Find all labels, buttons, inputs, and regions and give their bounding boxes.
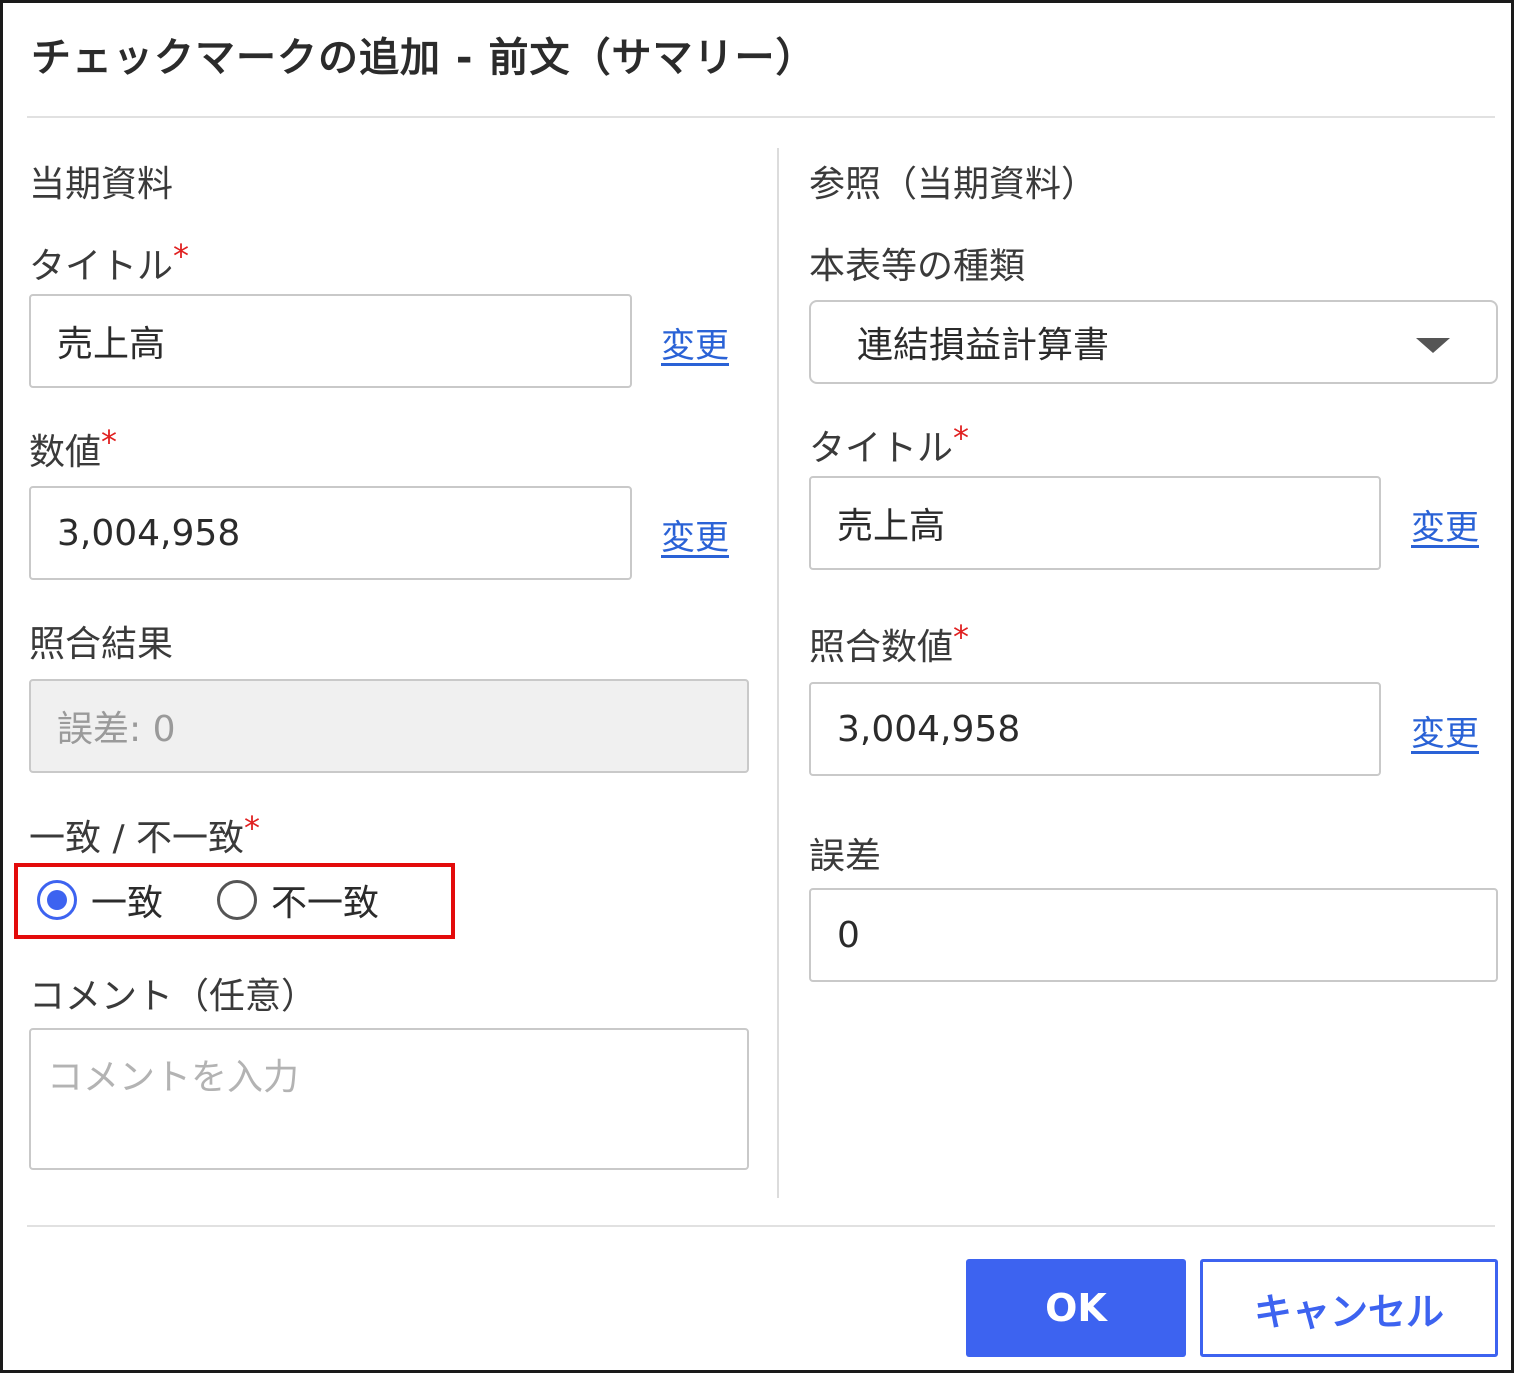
required-mark: * xyxy=(173,237,190,275)
title-label: タイトル* xyxy=(29,237,189,289)
ok-button[interactable]: OK xyxy=(966,1259,1186,1357)
required-mark: * xyxy=(101,423,118,461)
dialog-title: チェックマークの追加 - 前文（サマリー） xyxy=(31,35,817,81)
check-value-change-link[interactable]: 変更 xyxy=(1411,706,1479,755)
comment-textarea[interactable]: コメントを入力 xyxy=(29,1028,749,1170)
diff-input-value: 0 xyxy=(837,914,860,956)
current-material-heading: 当期資料 xyxy=(29,164,174,205)
result-field: 誤差: 0 xyxy=(29,679,749,773)
required-mark: * xyxy=(244,809,261,847)
ref-title-input[interactable]: 売上高 xyxy=(809,476,1381,570)
radio-match-label: 一致 xyxy=(91,883,164,924)
statement-type-value: 連結損益計算書 xyxy=(857,325,1110,366)
add-checkmark-dialog: チェックマークの追加 - 前文（サマリー） 当期資料 タイトル* 売上高 変更 … xyxy=(0,0,1514,1373)
value-input-value: 3,004,958 xyxy=(57,512,241,554)
column-divider xyxy=(777,148,779,1198)
value-change-link[interactable]: 変更 xyxy=(661,510,729,559)
title-change-link[interactable]: 変更 xyxy=(661,318,729,367)
radio-mismatch-label: 不一致 xyxy=(271,883,380,924)
match-radio-group: 一致 不一致 xyxy=(37,875,431,925)
comment-placeholder: コメントを入力 xyxy=(47,1057,300,1098)
title-input[interactable]: 売上高 xyxy=(29,294,632,388)
check-value-input[interactable]: 3,004,958 xyxy=(809,682,1381,776)
ref-title-label-text: タイトル xyxy=(809,428,954,469)
statement-type-select[interactable]: 連結損益計算書 xyxy=(809,300,1498,384)
radio-mismatch[interactable]: 不一致 xyxy=(217,874,379,926)
comment-label: コメント（任意） xyxy=(29,976,318,1017)
value-label: 数値* xyxy=(29,423,117,475)
ref-title-change-link[interactable]: 変更 xyxy=(1411,500,1479,549)
diff-input[interactable]: 0 xyxy=(809,888,1498,982)
footer-divider xyxy=(27,1225,1495,1227)
check-value-label-text: 照合数値 xyxy=(809,627,954,668)
radio-unchecked-icon[interactable] xyxy=(217,880,258,920)
ref-title-input-value: 売上高 xyxy=(837,506,946,547)
ref-title-label: タイトル* xyxy=(809,419,969,471)
check-value-input-value: 3,004,958 xyxy=(837,708,1021,750)
diff-label: 誤差 xyxy=(809,836,882,877)
required-mark: * xyxy=(953,419,970,457)
title-label-text: タイトル xyxy=(29,246,174,287)
result-value: 誤差: 0 xyxy=(57,709,176,750)
title-input-value: 売上高 xyxy=(57,324,166,365)
statement-type-label: 本表等の種類 xyxy=(809,246,1026,287)
value-label-text: 数値 xyxy=(29,432,102,473)
required-mark: * xyxy=(953,618,970,656)
cancel-button[interactable]: キャンセル xyxy=(1200,1259,1498,1357)
result-label: 照合結果 xyxy=(29,624,174,665)
reference-heading: 参照（当期資料） xyxy=(809,164,1098,205)
check-value-label: 照合数値* xyxy=(809,618,969,670)
radio-checked-icon[interactable] xyxy=(37,880,77,920)
value-input[interactable]: 3,004,958 xyxy=(29,486,632,580)
chevron-down-icon[interactable] xyxy=(1416,338,1450,353)
match-label-text: 一致 / 不一致 xyxy=(29,818,245,859)
header-divider xyxy=(27,116,1495,118)
radio-match[interactable]: 一致 xyxy=(37,874,163,926)
match-label: 一致 / 不一致* xyxy=(29,809,260,861)
